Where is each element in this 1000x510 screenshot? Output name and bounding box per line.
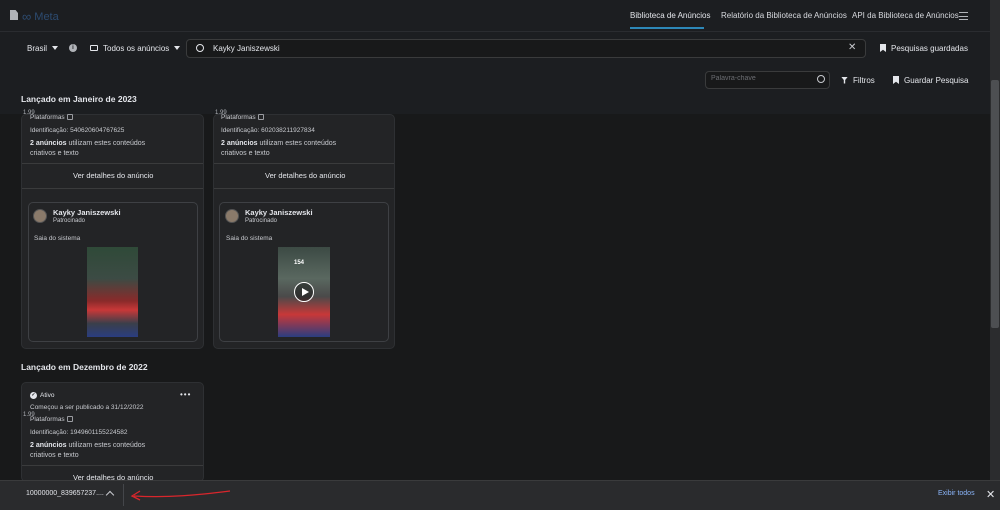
filters-button[interactable]: Filtros [841, 71, 875, 89]
country-value: Brasil [27, 43, 48, 53]
ad-count-bold: 2 anúncios [221, 140, 258, 147]
divider [214, 163, 394, 164]
ad-count-line2: criativos e texto [30, 150, 79, 157]
monitor-icon [90, 45, 98, 51]
divider [22, 188, 203, 189]
start-date: Começou a ser publicado a 31/12/2022 [30, 404, 144, 411]
ad-id: Identificação: 1949601155224582 [30, 429, 128, 436]
chevron-down-icon [174, 46, 181, 50]
ad-count: 2 anúncios utilizam estes conteúdos [30, 442, 145, 449]
ad-count: 2 anúncios utilizam estes conteúdos [221, 140, 336, 147]
platforms-text: Plataformas [30, 114, 65, 121]
keyword-field[interactable] [705, 71, 830, 89]
ad-body-text: Saia do sistema [226, 235, 273, 242]
divider [123, 484, 124, 506]
ad-count-rest: utilizam estes conteúdos [257, 140, 337, 147]
close-icon[interactable]: ✕ [986, 488, 995, 501]
search-icon [817, 75, 825, 83]
search-icon [196, 44, 204, 52]
chevron-down-icon [52, 46, 59, 50]
ad-id: Identificação: 602038211927834 [221, 127, 315, 134]
clear-search-icon[interactable]: ✕ [848, 42, 856, 53]
save-search-label: Guardar Pesquisa [904, 75, 969, 85]
download-file-name[interactable]: 10000000_839657237.... [26, 490, 104, 497]
divider [22, 465, 203, 466]
platform-icon [66, 416, 73, 423]
sponsored-label: Patrocinado [53, 218, 86, 224]
avatar[interactable] [225, 209, 239, 223]
meta-logo[interactable]: ∞ Meta [22, 9, 59, 24]
ad-count-bold: 2 anúncios [30, 140, 67, 147]
platforms-text: Plataformas [221, 114, 256, 121]
ad-count-bold: 2 anúncios [30, 442, 67, 449]
ad-count: 2 anúncios utilizam estes conteúdos [30, 140, 145, 147]
platforms-label: Plataformas [30, 114, 73, 121]
platforms-label: Plataformas [221, 114, 264, 121]
platform-icon [66, 114, 73, 121]
play-icon[interactable] [294, 282, 314, 302]
platforms-label: Plataformas [30, 416, 73, 423]
ad-video-thumbnail[interactable] [87, 247, 138, 337]
bookmark-icon [880, 44, 886, 52]
keyword-input[interactable] [711, 75, 811, 82]
filters-label: Filtros [853, 75, 875, 85]
advertiser-name[interactable]: Kayky Janiszewski [53, 208, 121, 217]
scrollbar-thumb[interactable] [991, 80, 999, 328]
divider [22, 163, 203, 164]
logo-text: Meta [34, 10, 59, 23]
country-select[interactable]: Brasil [27, 39, 59, 57]
hamburger-menu-icon[interactable] [959, 12, 968, 20]
ad-count-rest: utilizam estes conteúdos [66, 442, 146, 449]
search-value: Kayky Janiszewski [213, 44, 280, 53]
filter-icon [841, 76, 848, 84]
video-overlay-number: 154 [294, 260, 305, 266]
ad-type-value: Todos os anúncios [103, 43, 170, 53]
ad-count-line2: criativos e texto [221, 150, 270, 157]
saved-searches-label: Pesquisas guardadas [891, 43, 968, 53]
advertiser-name[interactable]: Kayky Janiszewski [245, 208, 313, 217]
view-ad-details-link[interactable]: Ver detalhes do anúncio [73, 171, 153, 180]
view-ad-details-link[interactable]: Ver detalhes do anúncio [265, 171, 345, 180]
saved-searches-button[interactable]: Pesquisas guardadas [880, 39, 968, 57]
more-options-icon[interactable]: ••• [180, 390, 191, 399]
check-circle-icon: ✓ [30, 392, 37, 399]
search-input[interactable]: Kayky Janiszewski ✕ [186, 39, 866, 58]
divider [214, 188, 394, 189]
annotation-arrow [130, 490, 231, 501]
avatar[interactable] [33, 209, 47, 223]
nav-ad-library-report[interactable]: Relatório da Biblioteca de Anúncios [721, 11, 847, 20]
nav-ad-library-api[interactable]: API da Biblioteca de Anúncios [852, 11, 959, 20]
bookmark-icon [893, 76, 899, 84]
ad-body-text: Saia do sistema [34, 235, 81, 242]
nav-active-underline [630, 27, 704, 29]
section-title-jan-2023: Lançado em Janeiro de 2023 [21, 94, 137, 104]
show-all-downloads-link[interactable]: Exibir todos [938, 490, 975, 497]
platforms-text: Plataformas [30, 416, 65, 423]
nav-ad-library[interactable]: Biblioteca de Anúncios [630, 11, 711, 20]
ad-count-line2: criativos e texto [30, 452, 79, 459]
sponsored-label: Patrocinado [245, 218, 278, 224]
ad-id: Identificação: 540620604767625 [30, 127, 125, 134]
save-search-button[interactable]: Guardar Pesquisa [893, 71, 968, 89]
status-badge: Ativo [40, 392, 55, 399]
section-title-dec-2022: Lançado em Dezembro de 2022 [21, 362, 148, 372]
file-icon [10, 10, 18, 20]
infinity-icon: ∞ [22, 9, 32, 24]
ad-type-select[interactable]: Todos os anúncios [90, 39, 181, 57]
info-icon[interactable]: i [69, 44, 77, 52]
platform-icon [257, 114, 264, 121]
ad-count-rest: utilizam estes conteúdos [66, 140, 146, 147]
